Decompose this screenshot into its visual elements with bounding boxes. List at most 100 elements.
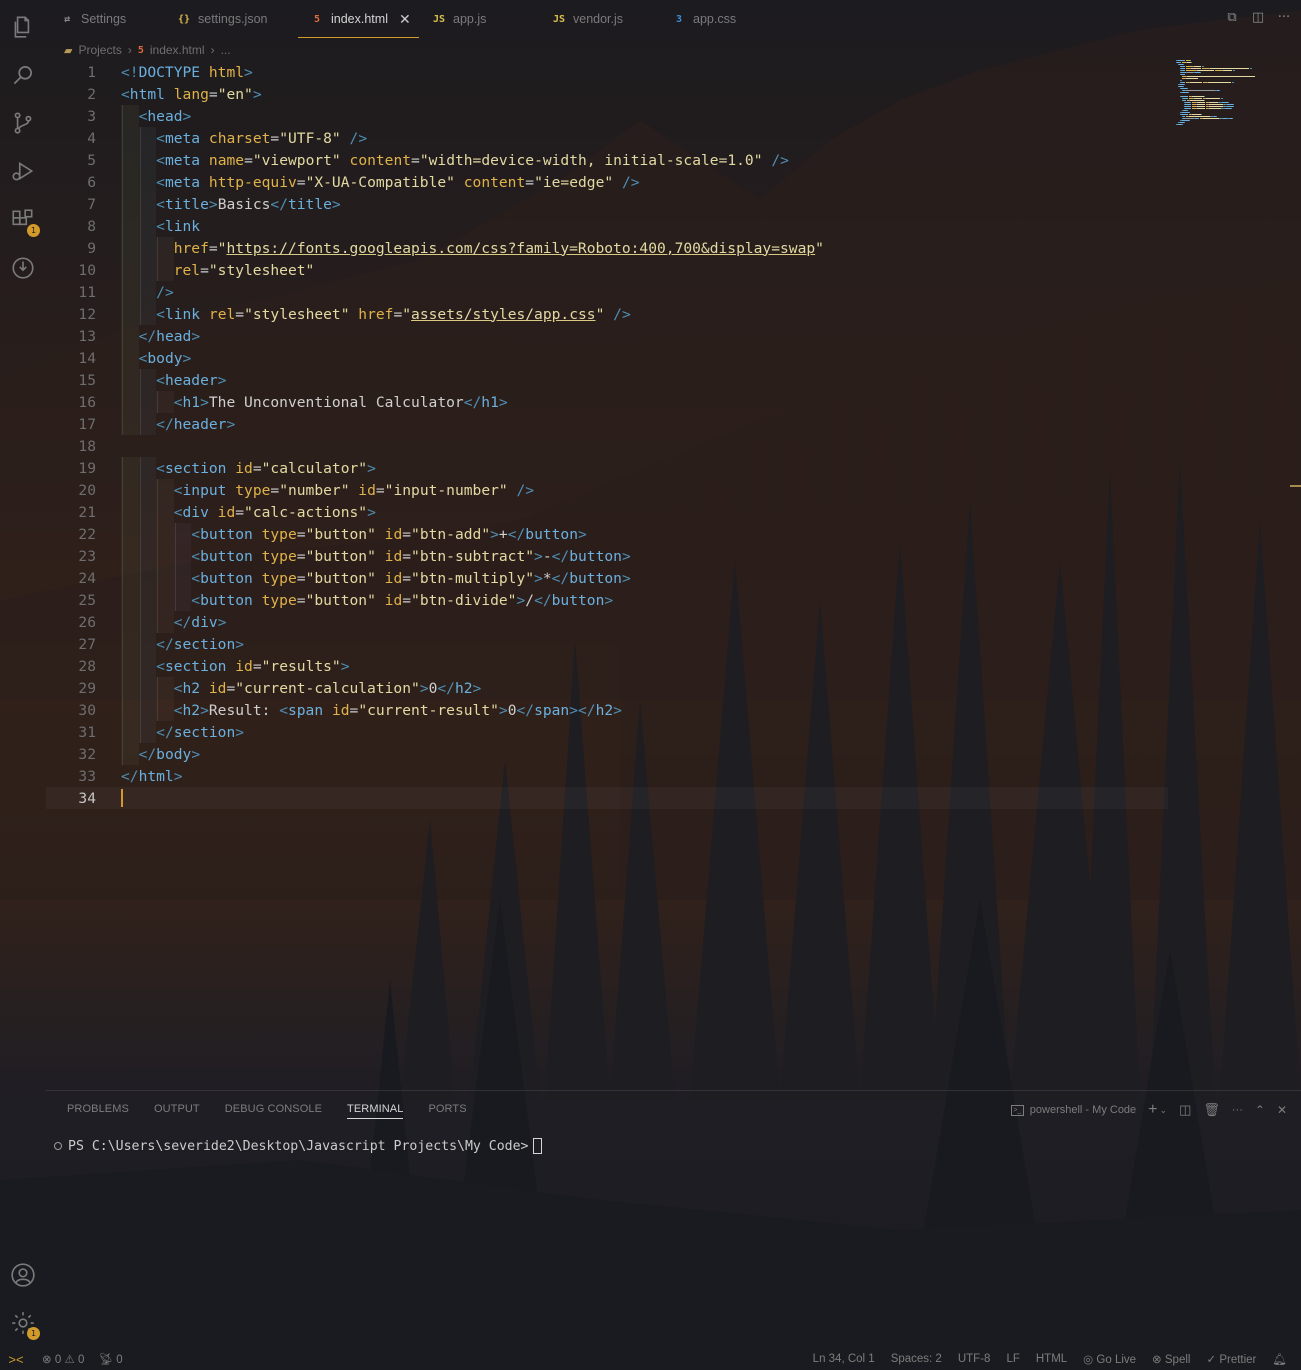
line-number[interactable]: 10: [46, 262, 96, 279]
line-number[interactable]: 32: [46, 746, 96, 763]
account-icon[interactable]: [8, 1260, 38, 1290]
more-actions-icon[interactable]: ···: [1277, 10, 1291, 25]
prettier-button[interactable]: ✓ Prettier: [1206, 1352, 1256, 1366]
code-line[interactable]: 19 <section id="calculator">: [46, 457, 1168, 479]
code-line[interactable]: 7 <title>Basics</title>: [46, 193, 1168, 215]
code-line[interactable]: 9 href= "https://fonts.googleapis.com/css…: [46, 237, 1168, 259]
tab-index-html[interactable]: 5 index.html ✕: [298, 0, 419, 38]
code-line[interactable]: 27 </section>: [46, 633, 1168, 655]
tab-app-js[interactable]: JS app.js: [432, 0, 486, 38]
terminal-output[interactable]: PS C:\Users\severide2\Desktop\Javascript…: [54, 1138, 542, 1154]
code-line[interactable]: 10 rel="stylesheet": [46, 259, 1168, 281]
line-number[interactable]: 16: [46, 394, 96, 411]
code-line[interactable]: 3 <head>: [46, 105, 1168, 127]
line-number[interactable]: 3: [46, 108, 96, 125]
code-line[interactable]: 23 <button type="button" id="btn-subtrac…: [46, 545, 1168, 567]
tab-problems[interactable]: PROBLEMS: [67, 1103, 129, 1119]
code-line[interactable]: 30 <h2>Result: <span id="current-result"…: [46, 699, 1168, 721]
code-line[interactable]: 18: [46, 435, 1168, 457]
code-line[interactable]: 13 </head>: [46, 325, 1168, 347]
tab-ports[interactable]: PORTS: [428, 1103, 466, 1119]
extensions-icon[interactable]: 1: [8, 205, 40, 237]
line-number[interactable]: 22: [46, 526, 96, 543]
code-line[interactable]: 20 <input type="number" id="input-number…: [46, 479, 1168, 501]
split-editor-icon[interactable]: ◫: [1251, 10, 1265, 25]
line-number[interactable]: 14: [46, 350, 96, 367]
close-icon[interactable]: ✕: [399, 11, 411, 28]
line-number[interactable]: 34: [46, 790, 96, 807]
source-control-icon[interactable]: [8, 108, 38, 138]
code-line[interactable]: 1 <!DOCTYPE html>: [46, 61, 1168, 83]
chevron-down-icon[interactable]: ⌄: [1160, 1105, 1168, 1116]
line-number[interactable]: 18: [46, 438, 96, 455]
manage-gear-icon[interactable]: 1: [8, 1308, 40, 1340]
tab-settings-json[interactable]: {} settings.json: [177, 0, 268, 38]
line-number[interactable]: 17: [46, 416, 96, 433]
line-number[interactable]: 13: [46, 328, 96, 345]
new-terminal-icon[interactable]: +: [1148, 1101, 1157, 1119]
line-number[interactable]: 15: [46, 372, 96, 389]
explorer-icon[interactable]: [8, 12, 38, 42]
code-line[interactable]: 31 </section>: [46, 721, 1168, 743]
code-line[interactable]: 4 <meta charset="UTF-8" />: [46, 127, 1168, 149]
line-number[interactable]: 24: [46, 570, 96, 587]
code-line[interactable]: 6 <meta http-equiv="X-UA-Compatible" con…: [46, 171, 1168, 193]
go-live-button[interactable]: ◎ Go Live: [1083, 1352, 1136, 1366]
code-line[interactable]: 32 </body>: [46, 743, 1168, 765]
search-icon[interactable]: [8, 60, 38, 90]
code-line[interactable]: 2 <html lang="en">: [46, 83, 1168, 105]
timeline-icon[interactable]: [8, 253, 38, 283]
tab-debug-console[interactable]: DEBUG CONSOLE: [225, 1103, 322, 1119]
line-number[interactable]: 19: [46, 460, 96, 477]
language-mode[interactable]: HTML: [1036, 1353, 1067, 1365]
code-line[interactable]: 33 </html>: [46, 765, 1168, 787]
line-number[interactable]: 20: [46, 482, 96, 499]
tab-vendor-js[interactable]: JS vendor.js: [552, 0, 623, 38]
tab-settings[interactable]: ⇄ Settings: [60, 0, 126, 38]
line-number[interactable]: 12: [46, 306, 96, 323]
tab-app-css[interactable]: 3 app.css: [672, 0, 736, 38]
code-line[interactable]: 5 <meta name="viewport" content="width=d…: [46, 149, 1168, 171]
open-preview-icon[interactable]: ⧉: [1225, 10, 1239, 25]
line-number[interactable]: 9: [46, 240, 96, 257]
line-number[interactable]: 31: [46, 724, 96, 741]
code-editor[interactable]: 1 <!DOCTYPE html> 2 <html lang="en"> 3 <head…: [46, 60, 1168, 820]
line-number[interactable]: 27: [46, 636, 96, 653]
line-number[interactable]: 33: [46, 768, 96, 785]
split-terminal-icon[interactable]: ◫: [1179, 1102, 1191, 1118]
line-number[interactable]: 21: [46, 504, 96, 521]
more-actions-icon[interactable]: ···: [1232, 1104, 1243, 1116]
tab-terminal[interactable]: TERMINAL: [347, 1103, 404, 1119]
code-line[interactable]: 12 <link rel="stylesheet" href="assets/s…: [46, 303, 1168, 325]
code-line[interactable]: 26 </div>: [46, 611, 1168, 633]
code-line[interactable]: 24 <button type="button" id="btn-multipl…: [46, 567, 1168, 589]
terminal-name[interactable]: powershell - My Code: [1030, 1104, 1136, 1116]
line-number[interactable]: 8: [46, 218, 96, 235]
code-line[interactable]: 14 <body>: [46, 347, 1168, 369]
code-line[interactable]: 17 </header>: [46, 413, 1168, 435]
indentation[interactable]: Spaces: 2: [891, 1353, 942, 1365]
code-line[interactable]: 28 <section id="results">: [46, 655, 1168, 677]
line-number[interactable]: 2: [46, 86, 96, 103]
line-number[interactable]: 28: [46, 658, 96, 675]
cursor-position[interactable]: Ln 34, Col 1: [813, 1353, 875, 1365]
tab-output[interactable]: OUTPUT: [154, 1103, 200, 1119]
line-number[interactable]: 5: [46, 152, 96, 169]
code-line[interactable]: 21 <div id="calc-actions">: [46, 501, 1168, 523]
line-number[interactable]: 29: [46, 680, 96, 697]
line-ending[interactable]: LF: [1006, 1353, 1019, 1365]
breadcrumb-folder[interactable]: Projects: [78, 43, 121, 57]
code-line[interactable]: 11 />: [46, 281, 1168, 303]
code-line[interactable]: 15 <header>: [46, 369, 1168, 391]
line-number[interactable]: 23: [46, 548, 96, 565]
ports-status[interactable]: 📡︎ 0: [98, 1352, 122, 1366]
run-debug-icon[interactable]: [8, 156, 38, 186]
line-number[interactable]: 7: [46, 196, 96, 213]
code-line[interactable]: 29 <h2 id="current-calculation">0</h2>: [46, 677, 1168, 699]
trash-icon[interactable]: 🗑: [1203, 1102, 1220, 1118]
maximize-panel-icon[interactable]: ⌃: [1255, 1103, 1265, 1117]
line-number[interactable]: 26: [46, 614, 96, 631]
line-number[interactable]: 1: [46, 64, 96, 81]
breadcrumb-symbol[interactable]: ...: [221, 43, 231, 57]
problems-status[interactable]: ⊗ 0 ⚠ 0: [42, 1352, 84, 1366]
